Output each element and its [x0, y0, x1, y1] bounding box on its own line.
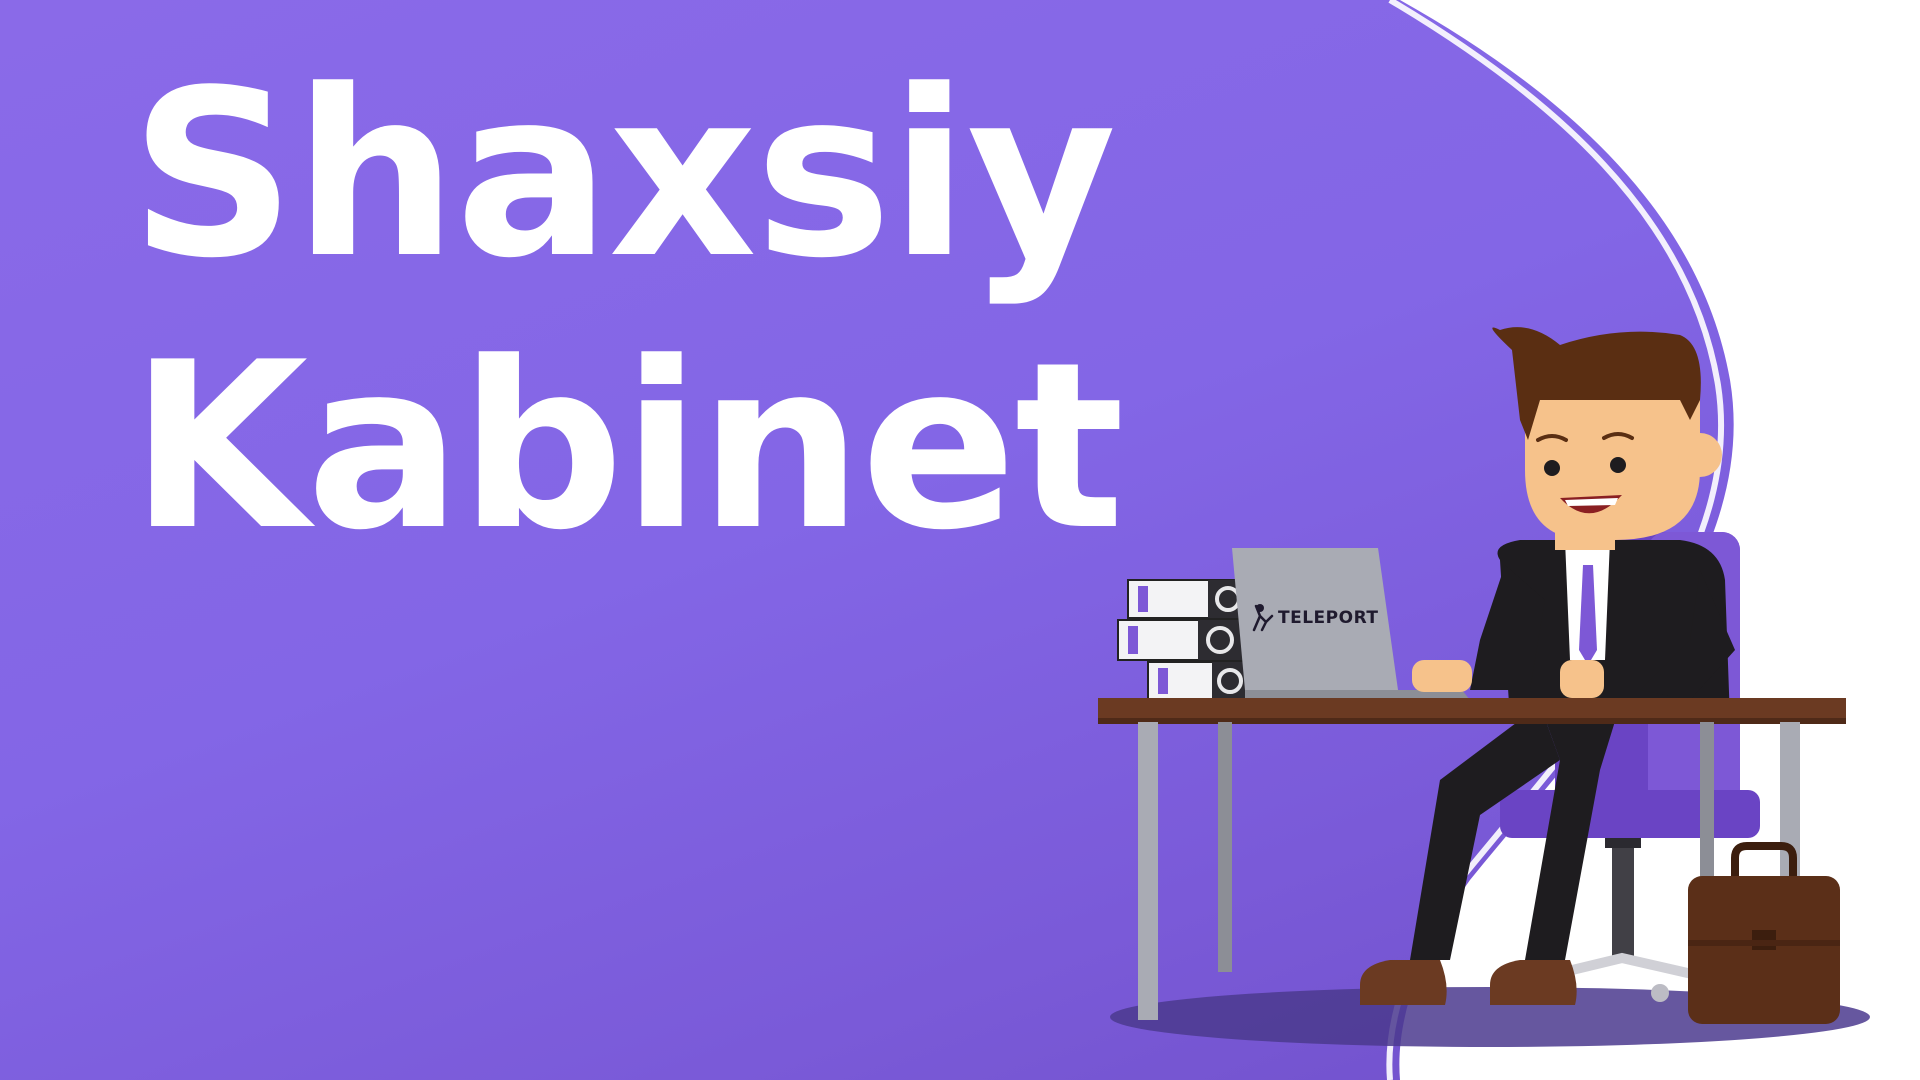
- banner: Shaxsiy Kabinet TELEPORT: [0, 0, 1920, 1080]
- right-hand: [1560, 660, 1604, 698]
- left-eye: [1544, 460, 1560, 476]
- binder-stack-icon: [1117, 579, 1249, 701]
- right-shoe: [1490, 960, 1577, 1005]
- laptop-brand-label: TELEPORT: [1278, 608, 1379, 628]
- office-illustration: [1098, 0, 1920, 1080]
- left-hand: [1412, 660, 1472, 692]
- right-eye: [1610, 457, 1626, 473]
- left-shoe: [1360, 960, 1447, 1005]
